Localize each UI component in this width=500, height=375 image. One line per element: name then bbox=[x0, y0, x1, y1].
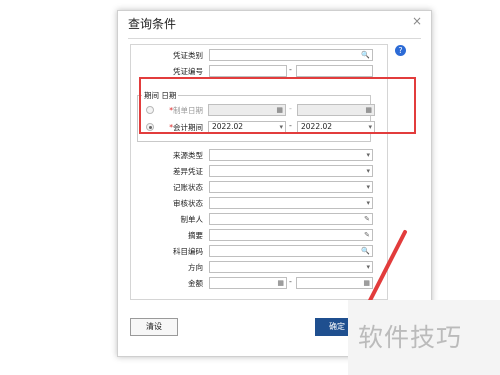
accounting-period-separator: - bbox=[289, 121, 292, 130]
review-status-select[interactable]: ▾ bbox=[209, 197, 373, 209]
calculator-icon[interactable]: ▦ bbox=[363, 278, 370, 288]
voucher-no-from[interactable] bbox=[209, 65, 287, 77]
amount-label: 金额 bbox=[188, 279, 203, 288]
chevron-down-icon[interactable]: ▾ bbox=[366, 150, 370, 160]
source-type-label: 来源类型 bbox=[173, 151, 203, 160]
source-type-select[interactable]: ▾ bbox=[209, 149, 373, 161]
make-date-to[interactable]: ▦ bbox=[297, 104, 375, 116]
account-code-field[interactable]: 🔍 bbox=[209, 245, 373, 257]
voucher-no-to[interactable] bbox=[296, 65, 373, 77]
criteria-panel: 凭证类别 🔍 凭证编号 - 期间 日期 *制单日期 ▦ - ▦ *会计期间 20… bbox=[130, 44, 388, 300]
chevron-down-icon[interactable]: ▾ bbox=[366, 166, 370, 176]
calendar-icon[interactable]: ▦ bbox=[276, 105, 283, 115]
account-code-label: 科目编码 bbox=[173, 247, 203, 256]
maker-field[interactable]: ✎ bbox=[209, 213, 373, 225]
edit-icon[interactable]: ✎ bbox=[364, 230, 370, 240]
amount-separator: - bbox=[289, 277, 292, 286]
dialog-title: 查询条件 bbox=[128, 17, 177, 31]
title-divider bbox=[128, 38, 421, 39]
diff-voucher-label: 差异凭证 bbox=[173, 167, 203, 176]
help-icon[interactable]: ? bbox=[395, 45, 406, 56]
search-icon[interactable]: 🔍 bbox=[361, 50, 370, 60]
close-icon[interactable]: × bbox=[412, 14, 422, 28]
watermark-text: 软件技巧 bbox=[358, 323, 463, 352]
voucher-no-separator: - bbox=[289, 65, 292, 74]
chevron-down-icon[interactable]: ▾ bbox=[366, 198, 370, 208]
summary-label: 摘要 bbox=[188, 231, 203, 240]
maker-label: 制单人 bbox=[180, 215, 204, 224]
accounting-period-to[interactable]: 2022.02 ▾ bbox=[297, 121, 375, 133]
voucher-type-field[interactable]: 🔍 bbox=[209, 49, 373, 61]
chevron-down-icon[interactable]: ▾ bbox=[279, 122, 283, 132]
accounting-period-label: *会计期间 bbox=[169, 123, 203, 132]
summary-field[interactable]: ✎ bbox=[209, 229, 373, 241]
amount-to[interactable]: ▦ bbox=[296, 277, 373, 289]
period-date-group: 期间 日期 *制单日期 ▦ - ▦ *会计期间 2022.02 ▾ - 2022.… bbox=[137, 90, 375, 142]
diff-voucher-select[interactable]: ▾ bbox=[209, 165, 373, 177]
calendar-icon[interactable]: ▦ bbox=[365, 105, 372, 115]
posting-status-select[interactable]: ▾ bbox=[209, 181, 373, 193]
edit-icon[interactable]: ✎ bbox=[364, 214, 370, 224]
make-date-label: *制单日期 bbox=[169, 106, 203, 115]
calculator-icon[interactable]: ▦ bbox=[277, 278, 284, 288]
period-date-legend: 期间 日期 bbox=[142, 90, 179, 101]
reset-button[interactable]: 清设 bbox=[130, 318, 178, 336]
amount-from[interactable]: ▦ bbox=[209, 277, 287, 289]
review-status-label: 审核状态 bbox=[173, 199, 203, 208]
posting-status-label: 记账状态 bbox=[173, 183, 203, 192]
direction-label: 方向 bbox=[188, 263, 203, 272]
direction-select[interactable]: ▾ bbox=[209, 261, 373, 273]
make-date-from[interactable]: ▦ bbox=[208, 104, 286, 116]
make-date-separator: - bbox=[289, 104, 292, 113]
watermark: 软件技巧 bbox=[348, 300, 500, 375]
chevron-down-icon[interactable]: ▾ bbox=[366, 262, 370, 272]
search-icon[interactable]: 🔍 bbox=[361, 246, 370, 256]
voucher-no-label: 凭证编号 bbox=[173, 67, 203, 76]
chevron-down-icon[interactable]: ▾ bbox=[366, 182, 370, 192]
accounting-period-from[interactable]: 2022.02 ▾ bbox=[208, 121, 286, 133]
voucher-type-label: 凭证类别 bbox=[173, 51, 203, 60]
chevron-down-icon[interactable]: ▾ bbox=[368, 122, 372, 132]
